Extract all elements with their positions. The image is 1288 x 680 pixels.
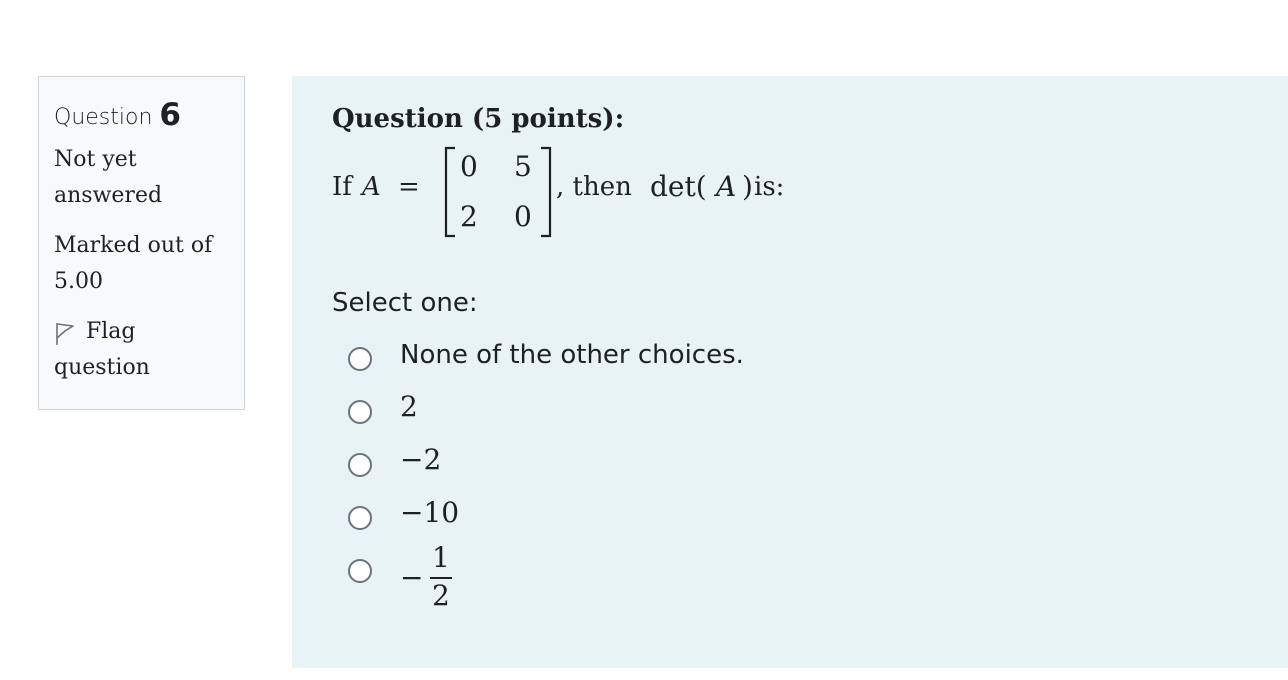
flag-label-2: question: [54, 355, 150, 380]
answer-label[interactable]: None of the other choices.: [400, 340, 744, 370]
fraction-minus: −: [400, 561, 424, 594]
radio-button[interactable]: [348, 453, 372, 477]
question-content-panel: Question (5 points): If A = 0 5 2 0 , th…: [292, 76, 1288, 668]
radio-button[interactable]: [348, 347, 372, 371]
answer-label[interactable]: −10: [400, 496, 459, 529]
select-one-prompt: Select one:: [332, 288, 478, 318]
matrix-left-bracket: [444, 146, 455, 238]
flag-label-1: Flag: [86, 319, 136, 344]
answer-fraction[interactable]: − 1 2: [400, 541, 480, 625]
marks-line-2: 5.00: [54, 269, 103, 294]
radio-button[interactable]: [348, 400, 372, 424]
stem-det: det(: [650, 170, 707, 203]
stem-if: If: [332, 172, 352, 202]
question-status: Not yet answered: [54, 142, 229, 214]
stem-then: , then: [556, 172, 632, 202]
radio-button[interactable]: [348, 559, 372, 583]
matrix-cell-2-2: 0: [514, 200, 532, 233]
matrix-cell-2-1: 2: [460, 200, 478, 233]
status-line-2: answered: [54, 183, 163, 208]
stem-matrix-var: A: [362, 172, 381, 202]
question-marks: Marked out of 5.00: [54, 228, 229, 300]
answer-label[interactable]: 2: [400, 390, 418, 423]
matrix-right-bracket: [541, 146, 552, 238]
flag-question-link[interactable]: Flag question: [54, 314, 229, 386]
question-info-box: Question 6 Not yet answered Marked out o…: [38, 76, 245, 410]
flag-icon: [56, 323, 74, 345]
matrix-cell-1-2: 5: [514, 150, 532, 183]
question-word: Question: [54, 105, 153, 130]
fraction-numerator: 1: [432, 541, 450, 574]
matrix-cell-1-1: 0: [460, 150, 478, 183]
marks-line-1: Marked out of: [54, 233, 213, 258]
question-number-heading: Question 6: [54, 97, 229, 136]
answer-label[interactable]: −2: [400, 443, 441, 476]
question-title: Question (5 points):: [332, 104, 625, 134]
stem-det-var: A: [716, 170, 737, 203]
fraction-denominator: 2: [432, 579, 450, 612]
stem-equals: =: [398, 172, 420, 202]
question-number: 6: [159, 97, 181, 133]
status-line-1: Not yet: [54, 147, 137, 172]
stem-det-close: ): [742, 170, 753, 203]
radio-button[interactable]: [348, 506, 372, 530]
stem-is: is:: [754, 172, 785, 202]
